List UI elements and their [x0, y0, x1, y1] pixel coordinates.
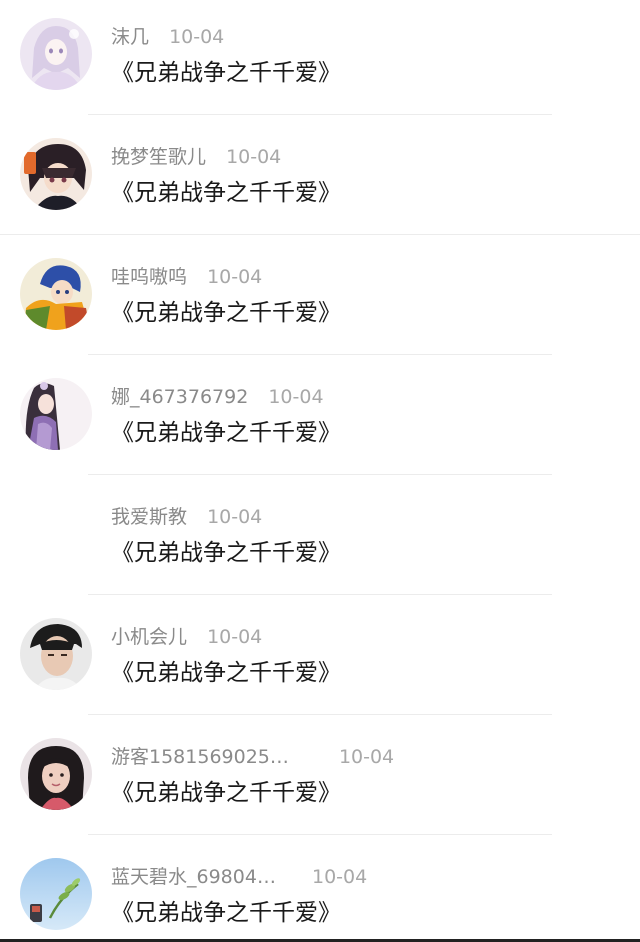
avatar-image-icon: [20, 258, 92, 330]
comment-date: 10-04: [226, 146, 282, 168]
comment-text: 《兄弟战争之千千爱》: [111, 660, 341, 686]
comment-list: 沫几 10-04 《兄弟战争之千千爱》 挽梦笙歌儿 10-04 《兄弟战争之千千…: [0, 0, 640, 942]
comment-date: 10-04: [207, 626, 263, 648]
divider: [88, 834, 552, 835]
avatar-image-icon: [20, 18, 92, 90]
avatar-image-icon: [20, 618, 92, 690]
username[interactable]: 游客1581569025…: [111, 746, 289, 768]
comment-meta: 蓝天碧水_69804… 10-04: [111, 864, 367, 890]
comment-item[interactable]: 小机会儿 10-04 《兄弟战争之千千爱》: [0, 600, 640, 720]
comment-text: 《兄弟战争之千千爱》: [111, 300, 341, 326]
user-avatar[interactable]: [20, 258, 92, 330]
user-avatar[interactable]: [20, 618, 92, 690]
comment-text: 《兄弟战争之千千爱》: [111, 180, 341, 206]
comment-item[interactable]: 蓝天碧水_69804… 10-04 《兄弟战争之千千爱》: [0, 840, 640, 942]
comment-item[interactable]: 娜_467376792 10-04 《兄弟战争之千千爱》: [0, 360, 640, 480]
divider: [88, 594, 552, 595]
comment-item[interactable]: 我爱斯教 10-04 《兄弟战争之千千爱》: [0, 480, 640, 600]
comment-meta: 小机会儿 10-04: [111, 624, 262, 650]
divider: [88, 354, 552, 355]
comment-date: 10-04: [207, 266, 263, 288]
username[interactable]: 蓝天碧水_69804…: [111, 866, 276, 888]
comment-date: 10-04: [338, 746, 395, 768]
comment-date: 10-04: [169, 26, 225, 48]
comment-meta: 我爱斯教 10-04: [111, 504, 262, 530]
comment-date: 10-04: [268, 386, 324, 408]
comment-item[interactable]: 哇呜嗷呜 10-04 《兄弟战争之千千爱》: [0, 240, 640, 360]
comment-text: 《兄弟战争之千千爱》: [111, 780, 341, 806]
avatar-image-icon: [20, 858, 92, 930]
divider: [88, 714, 552, 715]
comment-item[interactable]: 沫几 10-04 《兄弟战争之千千爱》: [0, 0, 640, 120]
username[interactable]: 我爱斯教: [111, 506, 187, 528]
user-avatar[interactable]: [20, 18, 92, 90]
user-avatar[interactable]: [20, 378, 92, 450]
divider: [0, 234, 640, 235]
comment-text: 《兄弟战争之千千爱》: [111, 420, 341, 446]
comment-meta: 游客1581569025… 10-04: [111, 744, 394, 770]
comment-meta: 沫几 10-04: [111, 24, 224, 50]
user-avatar[interactable]: [20, 858, 92, 930]
username[interactable]: 哇呜嗷呜: [111, 266, 187, 288]
username[interactable]: 娜_467376792: [111, 386, 248, 408]
user-avatar[interactable]: [20, 738, 92, 810]
comment-meta: 挽梦笙歌儿 10-04: [111, 144, 281, 170]
username[interactable]: 沫几: [111, 26, 149, 48]
comment-text: 《兄弟战争之千千爱》: [111, 540, 341, 566]
comment-date: 10-04: [312, 866, 368, 888]
comment-meta: 哇呜嗷呜 10-04: [111, 264, 262, 290]
username[interactable]: 挽梦笙歌儿: [111, 146, 206, 168]
avatar-image-icon: [20, 738, 92, 810]
comment-text: 《兄弟战争之千千爱》: [111, 900, 341, 926]
comment-meta: 娜_467376792 10-04: [111, 384, 324, 410]
comment-text: 《兄弟战争之千千爱》: [111, 60, 341, 86]
divider: [88, 114, 552, 115]
comment-item[interactable]: 游客1581569025… 10-04 《兄弟战争之千千爱》: [0, 720, 640, 840]
avatar-image-icon: [20, 138, 92, 210]
username[interactable]: 小机会儿: [111, 626, 187, 648]
divider: [88, 474, 552, 475]
comment-date: 10-04: [207, 506, 263, 528]
user-avatar[interactable]: [20, 138, 92, 210]
comment-item[interactable]: 挽梦笙歌儿 10-04 《兄弟战争之千千爱》: [0, 120, 640, 240]
avatar-image-icon: [20, 378, 92, 450]
